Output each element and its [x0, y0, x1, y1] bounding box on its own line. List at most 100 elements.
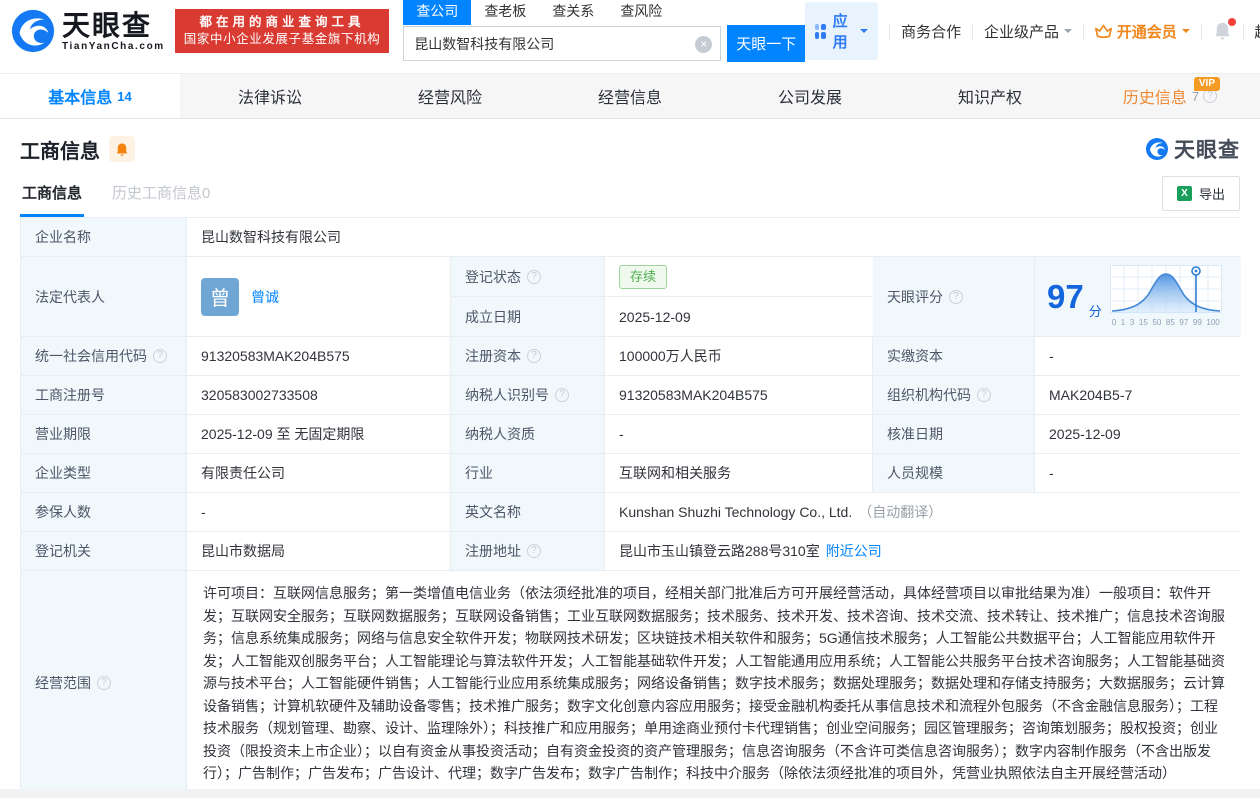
search-input[interactable] — [404, 27, 720, 60]
field-label: 参保人数 — [21, 493, 187, 531]
business-cooperation-link[interactable]: 商务合作 — [901, 21, 961, 42]
brand-domain: TianYanCha.com — [62, 41, 165, 52]
divider — [1243, 23, 1244, 40]
tab-basic-info[interactable]: 基本信息 14 — [0, 74, 180, 118]
help-icon[interactable]: ? — [153, 349, 167, 363]
field-label: 法定代表人 — [21, 257, 187, 336]
divider — [1201, 23, 1202, 40]
chevron-down-icon — [1182, 29, 1190, 37]
org-code-value: MAK204B5-7 — [1035, 376, 1241, 414]
notifications-bell[interactable] — [1213, 21, 1232, 41]
field-label: 经营范围 ? — [21, 571, 187, 796]
enterprise-products-menu[interactable]: 企业级产品 — [984, 21, 1072, 42]
tianyancha-logo-text: 天眼查 TianYanCha.com — [62, 11, 165, 52]
field-label: 营业期限 — [21, 415, 187, 453]
tianyancha-logo-icon — [1145, 137, 1169, 161]
search-tab-relation[interactable]: 查关系 — [539, 0, 607, 25]
table-row: 统一社会信用代码 ? 91320583MAK204B575 注册资本 ? 100… — [21, 337, 1239, 376]
field-label: 实缴资本 — [873, 337, 1035, 375]
tab-company-development[interactable]: 公司发展 — [720, 74, 900, 118]
nearby-companies-link[interactable]: 附近公司 — [826, 541, 882, 561]
field-label: 英文名称 — [451, 493, 605, 531]
apps-menu[interactable]: 应用 — [805, 2, 878, 60]
tianyancha-logo-icon — [10, 8, 56, 54]
field-label: 纳税人资质 — [451, 415, 605, 453]
search-button[interactable]: 天眼一下 — [727, 25, 805, 62]
chevron-down-icon — [860, 29, 868, 37]
help-icon[interactable]: ? — [97, 676, 111, 690]
top-right-menu: 应用 商务合作 企业级产品 开通会员 — [805, 2, 1260, 60]
divider — [889, 23, 890, 40]
tab-operation-info[interactable]: 经营信息 — [540, 74, 720, 118]
open-vip-menu[interactable]: 开通会员 — [1095, 21, 1190, 42]
tianyancha-logo[interactable]: 天眼查 TianYanCha.com — [10, 8, 165, 54]
search-tab-boss[interactable]: 查老板 — [471, 0, 539, 25]
auto-translate-note: （自动翻译） — [858, 502, 942, 522]
score-unit: 分 — [1089, 301, 1102, 320]
top-bar: 天眼查 TianYanCha.com 都在用的商业查询工具 国家中小企业发展子基… — [0, 0, 1260, 62]
divider — [1083, 23, 1084, 40]
table-row: 营业期限 2025-12-09 至 无固定期限 纳税人资质 - 核准日期 202… — [21, 415, 1239, 454]
divider — [972, 23, 973, 40]
field-label: 组织机构代码 ? — [873, 376, 1035, 414]
help-icon[interactable]: ? — [555, 388, 569, 402]
field-label: 核准日期 — [873, 415, 1035, 453]
field-label: 工商注册号 — [21, 376, 187, 414]
reg-status-cell: 存续 — [605, 257, 873, 296]
monitor-bell-button[interactable] — [109, 136, 135, 162]
field-label: 注册资本 ? — [451, 337, 605, 375]
business-scope-value: 许可项目：互联网信息服务；第一类增值电信业务（依法须经批准的项目，经相关部门批准… — [187, 571, 1241, 796]
help-icon[interactable]: ? — [949, 290, 963, 304]
subtab-history-business-info[interactable]: 历史工商信息0 — [110, 182, 212, 217]
avatar[interactable]: 曾 — [201, 278, 239, 316]
table-row: 经营范围 ? 许可项目：互联网信息服务；第一类增值电信业务（依法须经批准的项目，… — [21, 571, 1239, 796]
score-value: 97 — [1047, 280, 1084, 313]
nested-cells: 登记状态 ? 存续 成立日期 2025-12-09 — [451, 257, 873, 336]
search-tabs: 查公司 查老板 查关系 查风险 — [403, 0, 805, 25]
staff-size-value: - — [1035, 454, 1241, 492]
reg-authority-value: 昆山市数据局 — [187, 532, 451, 570]
search-tab-company[interactable]: 查公司 — [403, 0, 471, 25]
tab-intellectual-property[interactable]: 知识产权 — [900, 74, 1080, 118]
field-label: 注册地址 ? — [451, 532, 605, 570]
taxpayer-id-value: 91320583MAK204B575 — [605, 376, 873, 414]
field-label: 统一社会信用代码 ? — [21, 337, 187, 375]
legal-rep-link[interactable]: 曾诚 — [251, 287, 279, 307]
brand-name: 天眼查 — [62, 11, 165, 41]
company-nav-tabs: 基本信息 14 法律诉讼 经营风险 经营信息 公司发展 知识产权 VIP 历史信… — [0, 73, 1260, 119]
establish-date-value: 2025-12-09 — [605, 297, 873, 336]
chevron-down-icon — [1064, 29, 1072, 37]
search-block: 查公司 查老板 查关系 查风险 × 天眼一下 — [403, 0, 805, 62]
help-icon[interactable]: ? — [1203, 89, 1217, 103]
tab-history-info[interactable]: VIP 历史信息 7 ? — [1080, 74, 1260, 118]
tianyan-score-cell[interactable]: 97 分 — [1035, 257, 1241, 336]
help-icon[interactable]: ? — [527, 544, 541, 558]
business-term-value: 2025-12-09 至 无固定期限 — [187, 415, 451, 453]
legal-rep-cell: 曾 曾诚 — [187, 257, 451, 336]
reg-address-cell: 昆山市玉山镇登云路288号310室 附近公司 — [605, 532, 1241, 570]
help-icon[interactable]: ? — [977, 388, 991, 402]
search-tab-risk[interactable]: 查风险 — [607, 0, 675, 25]
help-icon[interactable]: ? — [527, 270, 541, 284]
field-label: 企业名称 — [21, 218, 187, 256]
paid-capital-value: - — [1035, 337, 1241, 375]
apps-grid-icon — [815, 24, 825, 39]
tab-operation-risk[interactable]: 经营风险 — [360, 74, 540, 118]
bell-icon — [115, 142, 129, 157]
super-risk-menu[interactable]: 超级风... — [1254, 21, 1260, 42]
tab-legal-litigation[interactable]: 法律诉讼 — [180, 74, 360, 118]
help-icon[interactable]: ? — [527, 349, 541, 363]
field-label: 成立日期 — [451, 297, 605, 336]
watermark-logo: 天眼查 — [1145, 134, 1240, 164]
field-label: 登记机关 — [21, 532, 187, 570]
field-label: 纳税人识别号 ? — [451, 376, 605, 414]
score-distribution-chart: 0131550859799100 — [1110, 265, 1222, 329]
business-info-table: 企业名称 昆山数智科技有限公司 法定代表人 曾 曾诚 登记状态 ? 存续 — [20, 217, 1240, 797]
industry-value: 互联网和相关服务 — [605, 454, 873, 492]
section-title: 工商信息 — [20, 135, 100, 164]
vip-badge: VIP — [1194, 77, 1220, 91]
field-label: 行业 — [451, 454, 605, 492]
page-bottom-strip — [0, 789, 1260, 798]
export-button[interactable]: X 导出 — [1162, 176, 1240, 211]
subtab-business-info[interactable]: 工商信息 — [20, 182, 84, 217]
